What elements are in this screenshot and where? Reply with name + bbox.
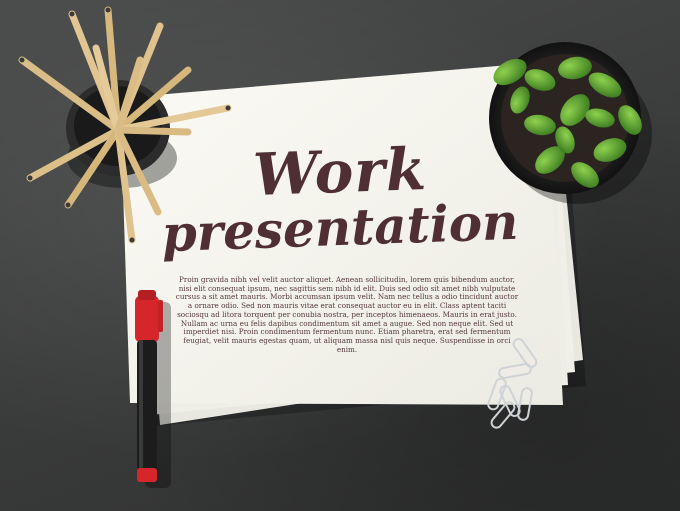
marker-icon [135,290,171,488]
body-paragraph: Proin gravida nibh vel velit auctor aliq… [175,275,519,354]
